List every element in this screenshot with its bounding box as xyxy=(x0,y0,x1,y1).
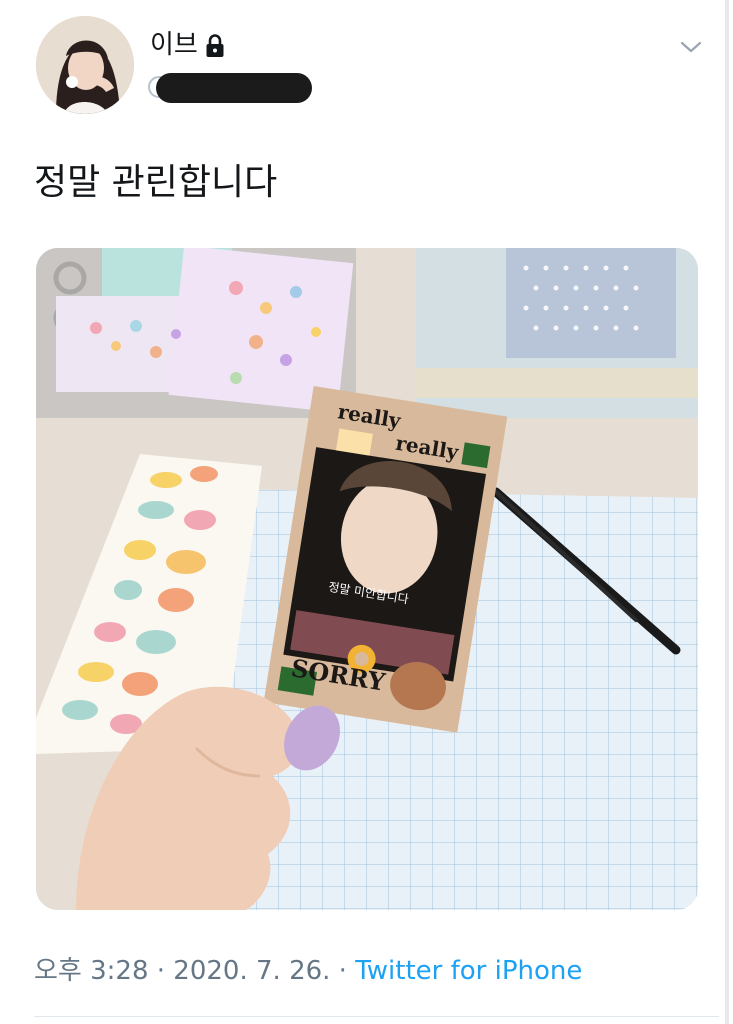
lock-icon xyxy=(204,33,226,57)
tweet-time[interactable]: 오후 3:28 xyxy=(34,956,149,986)
tweet-source-link[interactable]: Twitter for iPhone xyxy=(355,956,582,986)
scrollbar[interactable] xyxy=(725,0,729,1024)
timestamp-separator: · xyxy=(148,956,174,986)
display-name-row[interactable]: 이브 xyxy=(150,28,226,62)
display-name[interactable]: 이브 xyxy=(150,28,198,62)
avatar-image xyxy=(36,16,134,114)
handle-redacted xyxy=(146,72,314,103)
tweet-date[interactable]: 2020. 7. 26. xyxy=(173,956,330,986)
redaction-bar xyxy=(156,73,312,103)
tweet-media-photo[interactable]: really really 정말 미안합니다 SORRY xyxy=(36,248,698,910)
avatar[interactable] xyxy=(36,16,134,114)
chevron-down-icon[interactable] xyxy=(679,38,703,56)
tweet-text: 정말 관린합니다 xyxy=(34,162,278,203)
source-separator: · xyxy=(330,956,356,986)
divider xyxy=(34,1016,719,1017)
tweet-timestamp-row: 오후 3:28 · 2020. 7. 26. · Twitter for iPh… xyxy=(34,953,582,989)
